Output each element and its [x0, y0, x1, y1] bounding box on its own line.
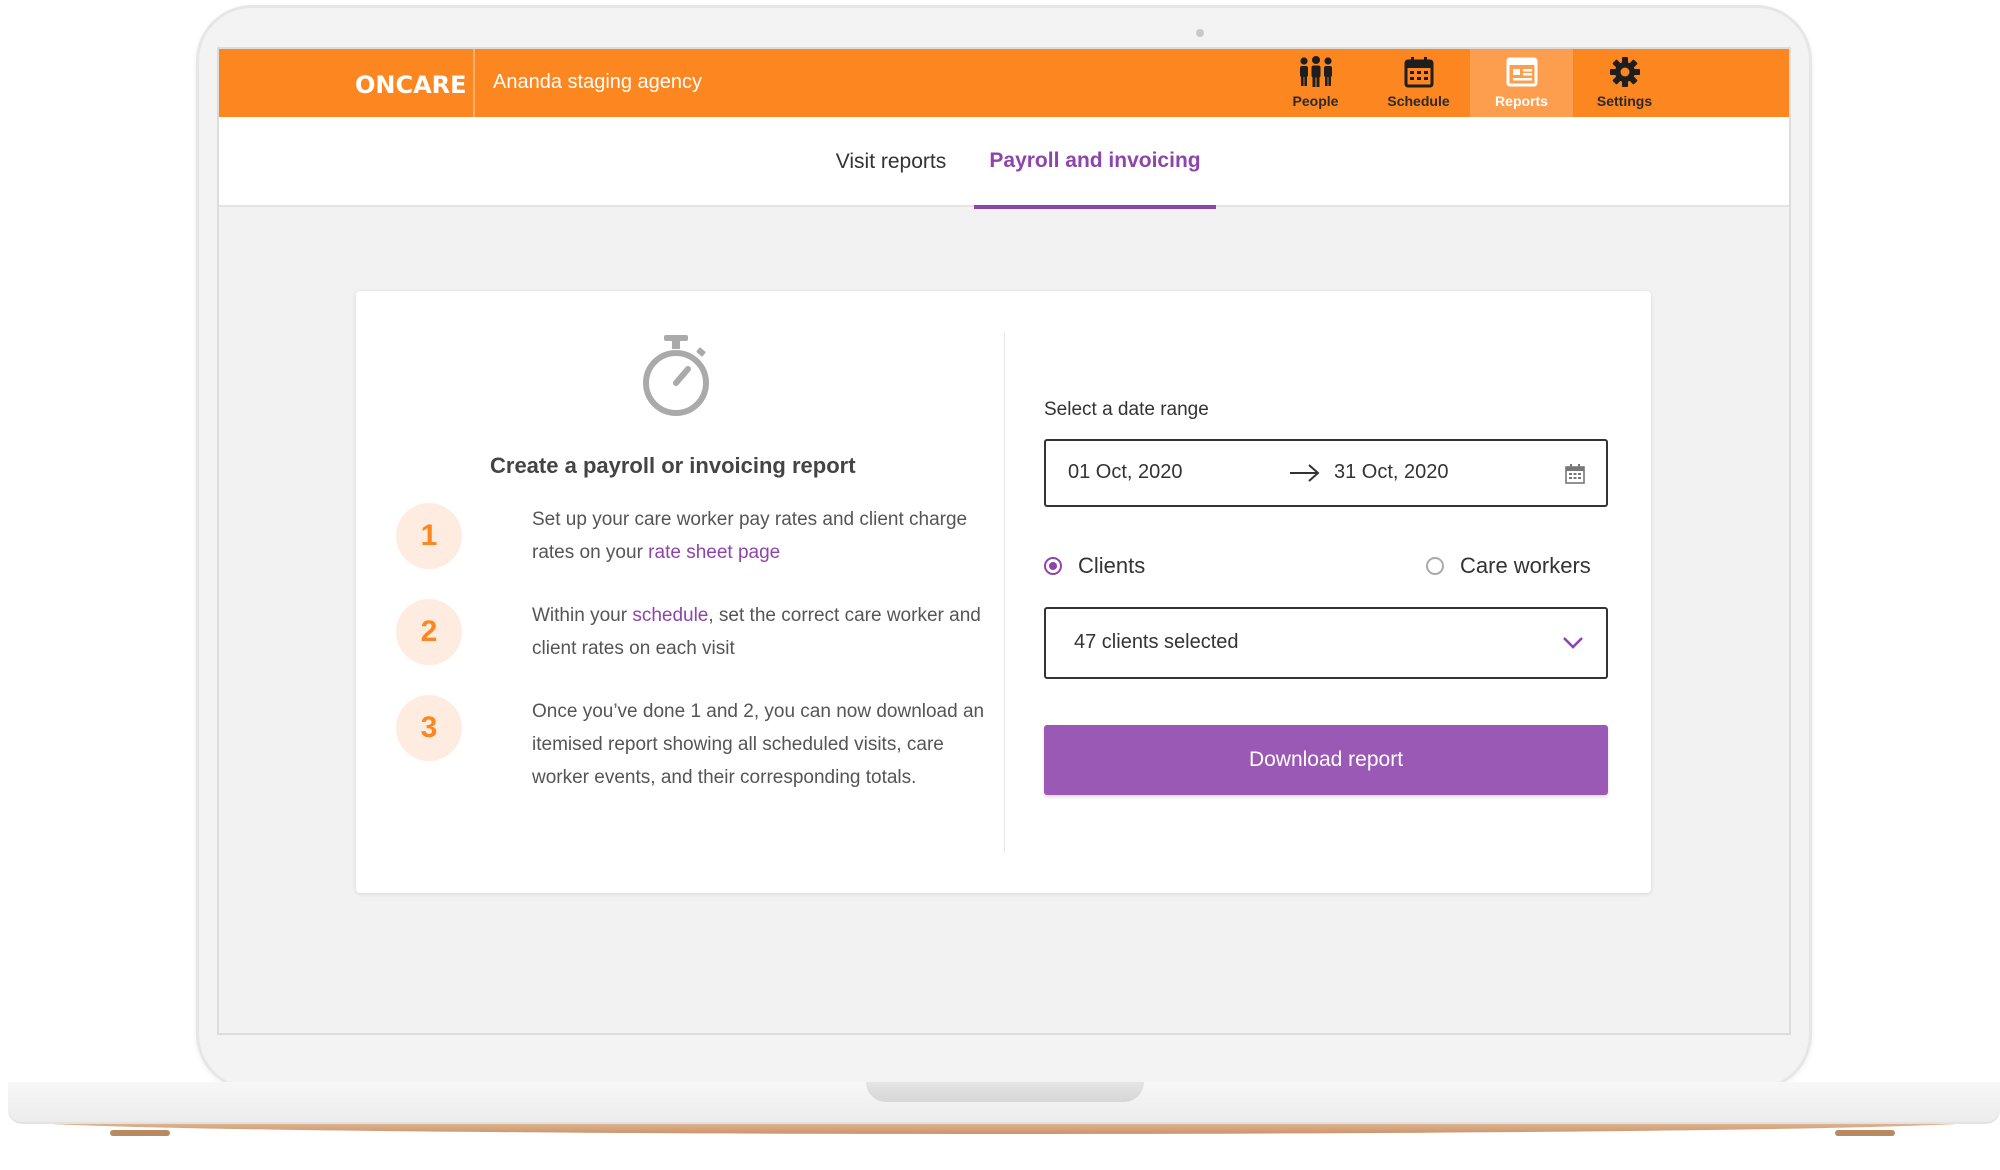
step-number: 1 — [396, 503, 462, 569]
step-text-part: Within your — [532, 605, 633, 626]
logo-divider — [473, 49, 475, 117]
radio-clients-label: Clients — [1078, 553, 1146, 578]
date-to[interactable]: 31 Oct, 2020 — [1334, 461, 1449, 484]
main-nav: People Schedule Reports Settings — [1264, 49, 1676, 117]
top-bar: ONCARE Ananda staging agency People Sche… — [219, 49, 1789, 117]
laptop-foot — [1835, 1130, 1895, 1136]
select-value: 47 clients selected — [1074, 631, 1239, 653]
screen: ONCARE Ananda staging agency People Sche… — [219, 49, 1789, 1033]
arrow-right-icon — [1290, 464, 1320, 482]
agency-name: Ananda staging agency — [493, 71, 703, 93]
radio-care-workers-label: Care workers — [1460, 553, 1591, 578]
date-range-picker[interactable]: 01 Oct, 2020 31 Oct, 2020 — [1044, 439, 1608, 507]
clients-select[interactable]: 47 clients selected — [1044, 607, 1608, 679]
radio-clients[interactable]: Clients — [1044, 553, 1145, 579]
camera-dot — [1196, 29, 1204, 37]
step-number: 3 — [396, 695, 462, 761]
nav-settings[interactable]: Settings — [1573, 49, 1676, 117]
oncare-logo[interactable]: ONCARE — [355, 71, 467, 99]
radio-button[interactable] — [1426, 557, 1444, 575]
nav-people[interactable]: People — [1264, 49, 1367, 117]
calendar-icon — [1400, 55, 1438, 89]
calendar-icon[interactable] — [1564, 463, 1586, 485]
tab-payroll-invoicing[interactable]: Payroll and invoicing — [974, 117, 1216, 209]
date-range-label: Select a date range — [1044, 399, 1209, 420]
people-icon — [1297, 55, 1335, 89]
nav-label: Schedule — [1387, 93, 1450, 109]
gear-icon — [1606, 55, 1644, 89]
nav-label: Settings — [1596, 93, 1653, 109]
report-tabs: Visit reports Payroll and invoicing — [219, 117, 1789, 209]
date-from[interactable]: 01 Oct, 2020 — [1068, 461, 1183, 484]
schedule-link[interactable]: schedule — [632, 605, 708, 626]
nav-schedule[interactable]: Schedule — [1367, 49, 1470, 117]
radio-button-checked[interactable] — [1044, 557, 1062, 575]
step-number: 2 — [396, 599, 462, 665]
column-divider — [1004, 333, 1005, 853]
step-text: Once you’ve done 1 and 2, you can now do… — [532, 701, 985, 788]
download-report-button[interactable]: Download report — [1044, 725, 1608, 795]
stopwatch-icon — [643, 335, 709, 416]
laptop-foot — [110, 1130, 170, 1136]
card-title: Create a payroll or invoicing report — [490, 453, 856, 478]
payroll-card: Create a payroll or invoicing report 1 S… — [356, 291, 1651, 893]
nav-label: People — [1292, 93, 1339, 109]
rate-sheet-link[interactable]: rate sheet page — [648, 542, 780, 563]
chevron-down-icon — [1563, 637, 1583, 649]
radio-care-workers[interactable]: Care workers — [1426, 553, 1591, 579]
reports-icon — [1503, 55, 1541, 89]
nav-label: Reports — [1495, 93, 1548, 109]
nav-reports[interactable]: Reports — [1470, 49, 1573, 117]
laptop-notch — [866, 1082, 1144, 1102]
tab-visit-reports[interactable]: Visit reports — [803, 117, 979, 207]
step-text: Within your schedule, set the correct ca… — [532, 599, 1002, 665]
step-text: Set up your care worker pay rates and cl… — [532, 503, 1002, 569]
